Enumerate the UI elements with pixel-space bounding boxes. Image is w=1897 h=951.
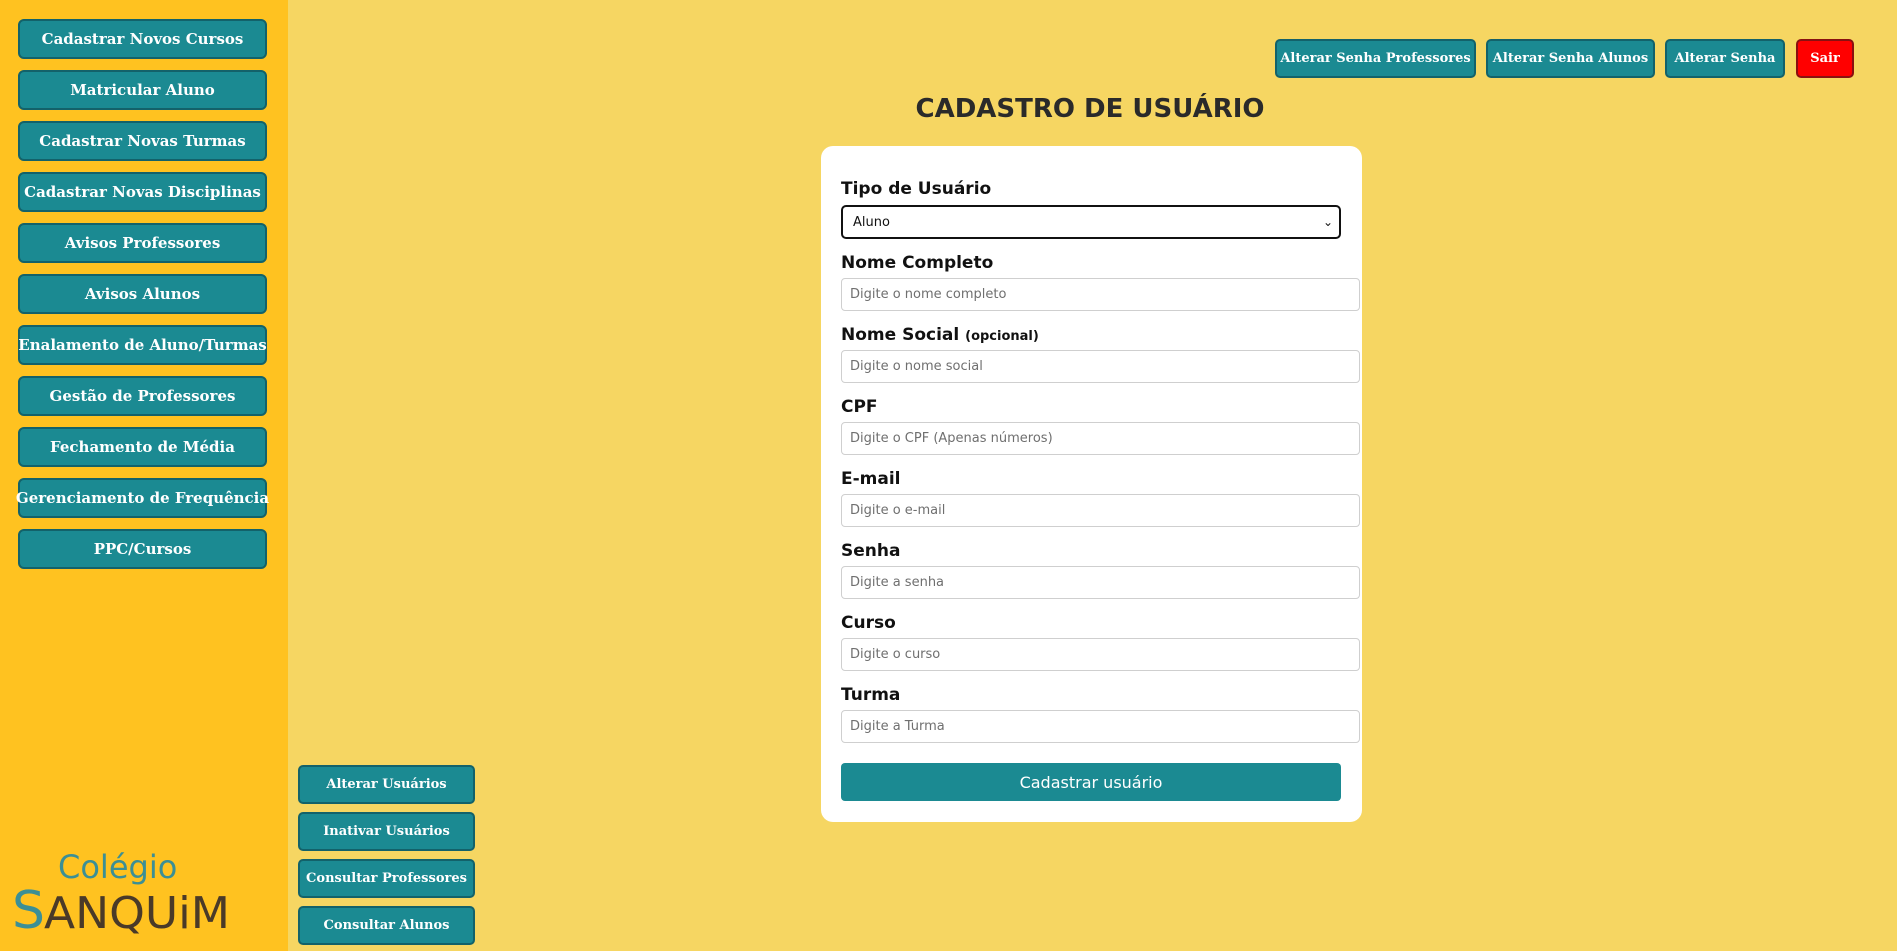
full-name-label: Nome Completo bbox=[841, 253, 994, 273]
logo-bottom-text: ANQUiM bbox=[44, 888, 230, 939]
full-name-input[interactable] bbox=[841, 278, 1360, 311]
logo-letter: S bbox=[12, 881, 45, 941]
social-name-label: Nome Social (opcional) bbox=[841, 325, 1039, 345]
course-label: Curso bbox=[841, 613, 896, 633]
alterar-senha-button[interactable]: Alterar Senha bbox=[1665, 39, 1785, 78]
user-registration-form: Tipo de Usuário Aluno ⌄ Nome Completo No… bbox=[821, 146, 1362, 822]
sidebar-item-matricular-aluno[interactable]: Matricular Aluno bbox=[18, 70, 267, 110]
sair-button[interactable]: Sair bbox=[1796, 39, 1854, 78]
consultar-professores-button[interactable]: Consultar Professores bbox=[298, 859, 475, 898]
cpf-input[interactable] bbox=[841, 422, 1360, 455]
course-input[interactable] bbox=[841, 638, 1360, 671]
sidebar-item-cadastrar-cursos[interactable]: Cadastrar Novos Cursos bbox=[18, 19, 267, 59]
user-type-label: Tipo de Usuário bbox=[841, 179, 992, 199]
sidebar-item-gestao-professores[interactable]: Gestão de Professores bbox=[18, 376, 267, 416]
sidebar-item-cadastrar-disciplinas[interactable]: Cadastrar Novas Disciplinas bbox=[18, 172, 267, 212]
cadastrar-usuario-button[interactable]: Cadastrar usuário bbox=[841, 763, 1341, 801]
social-name-input[interactable] bbox=[841, 350, 1360, 383]
email-input[interactable] bbox=[841, 494, 1360, 527]
sidebar-item-ppc-cursos[interactable]: PPC/Cursos bbox=[18, 529, 267, 569]
alterar-senha-alunos-button[interactable]: Alterar Senha Alunos bbox=[1486, 39, 1655, 78]
user-type-value: Aluno bbox=[853, 214, 890, 230]
sidebar-item-cadastrar-turmas[interactable]: Cadastrar Novas Turmas bbox=[18, 121, 267, 161]
sidebar-item-fechamento-media[interactable]: Fechamento de Média bbox=[18, 427, 267, 467]
sidebar-item-avisos-professores[interactable]: Avisos Professores bbox=[18, 223, 267, 263]
logo-top-text: Colégio bbox=[58, 848, 177, 886]
chevron-down-icon: ⌄ bbox=[1322, 215, 1333, 229]
alterar-usuarios-button[interactable]: Alterar Usuários bbox=[298, 765, 475, 804]
password-input[interactable] bbox=[841, 566, 1360, 599]
page-title: CADASTRO DE USUÁRIO bbox=[915, 94, 1265, 124]
logo: Colégio S ANQUiM bbox=[12, 848, 230, 941]
sidebar-item-frequencia[interactable]: Gerenciamento de Frequência bbox=[16, 478, 269, 518]
sidebar-item-enturmamento[interactable]: Enalamento de Aluno/Turmas bbox=[18, 325, 267, 365]
class-input[interactable] bbox=[841, 710, 1360, 743]
inativar-usuarios-button[interactable]: Inativar Usuários bbox=[298, 812, 475, 851]
optional-tag: (opcional) bbox=[965, 329, 1039, 344]
cpf-label: CPF bbox=[841, 397, 878, 417]
social-name-label-text: Nome Social bbox=[841, 325, 960, 345]
password-label: Senha bbox=[841, 541, 901, 561]
class-label: Turma bbox=[841, 685, 901, 705]
sidebar-item-avisos-alunos[interactable]: Avisos Alunos bbox=[18, 274, 267, 314]
alterar-senha-professores-button[interactable]: Alterar Senha Professores bbox=[1275, 39, 1476, 78]
email-label: E-mail bbox=[841, 469, 901, 489]
sidebar: Cadastrar Novos Cursos Matricular Aluno … bbox=[0, 0, 288, 951]
consultar-alunos-button[interactable]: Consultar Alunos bbox=[298, 906, 475, 945]
user-type-select[interactable]: Aluno ⌄ bbox=[841, 205, 1341, 239]
